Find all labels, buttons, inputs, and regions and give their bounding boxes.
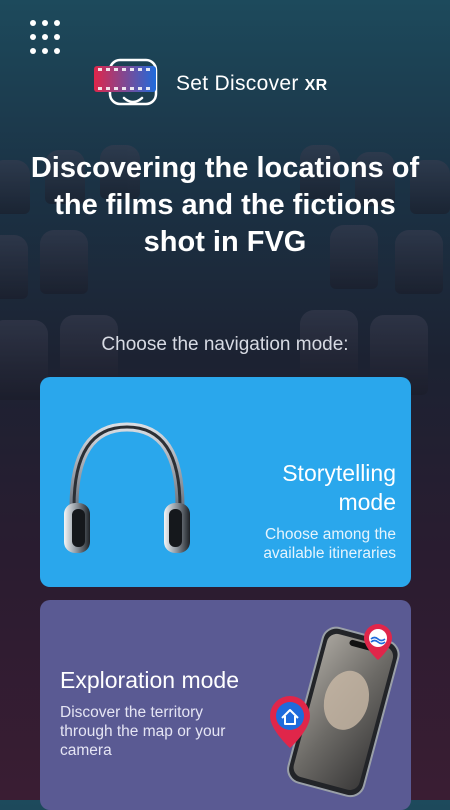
headphones-icon — [64, 422, 190, 553]
exploration-description: Discover the territory through the map o… — [60, 704, 226, 759]
brand-name: Set Discover XR — [176, 72, 328, 95]
vr-filmstrip-logo-icon — [94, 58, 158, 106]
phone-map-pins-icon — [270, 624, 400, 798]
dot — [42, 48, 48, 54]
dot — [42, 34, 48, 40]
exploration-text: Exploration mode Discover the territory … — [60, 666, 250, 760]
page-headline: Discovering the locations of the films a… — [30, 152, 420, 258]
dot — [54, 48, 60, 54]
app-logo: Set Discover XR — [92, 56, 327, 112]
dot — [54, 34, 60, 40]
navigation-mode-prompt: Choose the navigation mode: — [101, 334, 349, 355]
storytelling-mode-card[interactable]: Storytelling mode Choose among the avail… — [40, 377, 411, 587]
storytelling-description: Choose among the available itineraries — [263, 526, 396, 562]
dot — [30, 34, 36, 40]
dot — [42, 20, 48, 26]
dot — [30, 20, 36, 26]
exploration-mode-card[interactable]: Exploration mode Discover the territory … — [40, 600, 411, 810]
storytelling-title: Storytelling mode — [282, 460, 396, 515]
storytelling-text: Storytelling mode Choose among the avail… — [228, 459, 396, 563]
menu-grid-button[interactable] — [30, 20, 66, 56]
dot — [54, 20, 60, 26]
exploration-title: Exploration mode — [60, 667, 239, 693]
dot — [30, 48, 36, 54]
